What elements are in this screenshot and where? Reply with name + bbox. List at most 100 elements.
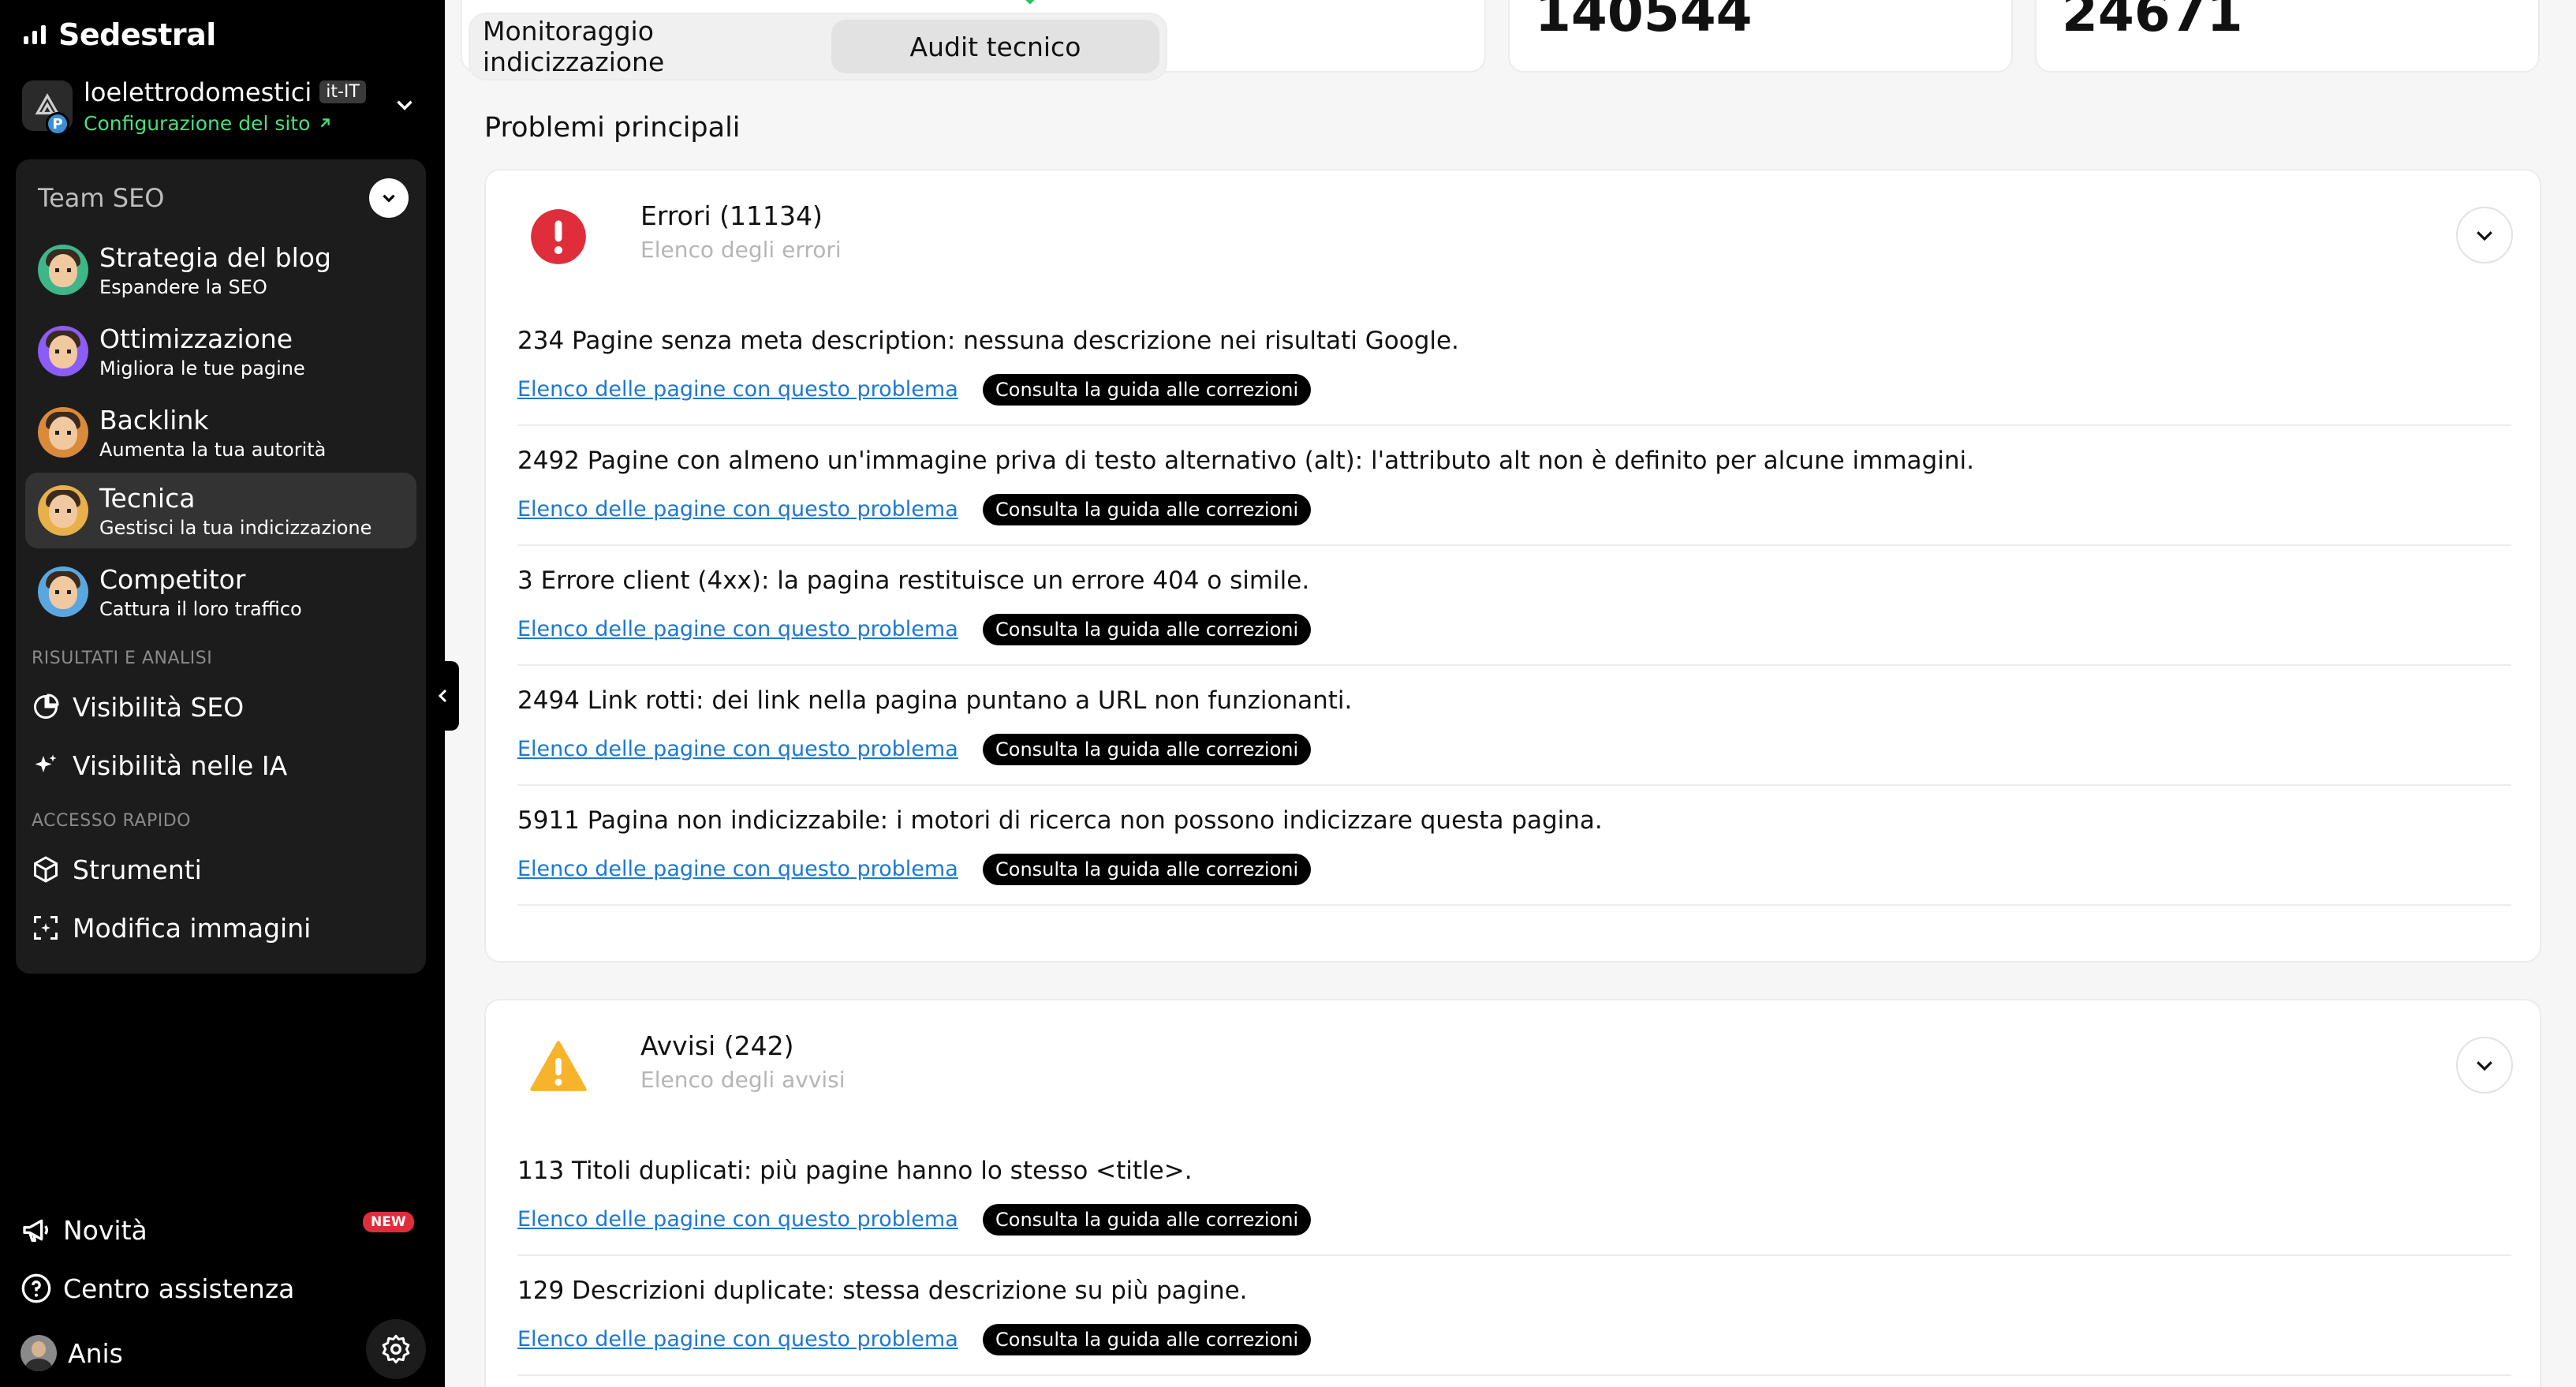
nav-tools[interactable]: Strumenti: [32, 849, 202, 890]
issue-guide-button[interactable]: Consulta la guida alle correzioni: [983, 614, 1312, 645]
check-icon: [1025, 0, 1035, 5]
issue-text: 2494 Link rotti: dei link nella pagina p…: [517, 686, 1353, 715]
issue-row: 113 Titoli duplicati: più pagine hanno l…: [517, 1136, 2511, 1256]
news-label: Novità: [63, 1214, 147, 1246]
page-heading: Problemi principali: [484, 112, 741, 144]
cube-icon: [34, 856, 58, 883]
agent-avatar: [38, 326, 88, 376]
user-name: Anis: [68, 1337, 123, 1369]
nav-ai-visibility[interactable]: Visibilità nelle IA: [32, 745, 287, 786]
agent-technical[interactable]: Tecnica Gestisci la tua indicizzazione: [25, 473, 416, 548]
issue-guide-button[interactable]: Consulta la guida alle correzioni: [983, 494, 1312, 525]
nav-seo-visibility[interactable]: Visibilità SEO: [32, 686, 244, 727]
issue-text: 3 Errore client (4xx): la pagina restitu…: [517, 566, 1310, 595]
agent-subtitle: Aumenta la tua autorità: [99, 438, 327, 461]
gear-icon: [382, 1334, 410, 1364]
nav-label: Visibilità SEO: [73, 691, 245, 723]
agent-competitor[interactable]: Competitor Cattura il loro traffico: [25, 554, 416, 630]
agent-avatar: [38, 407, 88, 458]
issue-pages-link[interactable]: Elenco delle pagine con questo problema: [517, 737, 958, 761]
issue-pages-link[interactable]: Elenco delle pagine con questo problema: [517, 497, 958, 522]
nav-label: Visibilità nelle IA: [73, 750, 288, 781]
team-header: Team SEO: [38, 178, 409, 218]
help-center-link[interactable]: Centro assistenza: [21, 1269, 294, 1308]
nav-label: Strumenti: [73, 854, 202, 885]
nav-image-editor[interactable]: Modifica immagini: [32, 907, 311, 948]
team-title: Team SEO: [38, 183, 165, 213]
help-circle-icon: [21, 1273, 51, 1303]
agent-avatar: [38, 245, 88, 295]
issue-pages-link[interactable]: Elenco delle pagine con questo problema: [517, 1207, 958, 1232]
agent-title: Competitor: [99, 563, 246, 595]
brand-name: Sedestral: [58, 17, 216, 52]
agent-avatar: [38, 485, 88, 536]
stat-card-indexed: 24671: [2035, 0, 2540, 73]
tab-indexing-monitor[interactable]: Monitoraggio indicizzazione: [476, 16, 831, 77]
brand-logo[interactable]: Sedestral: [24, 16, 216, 54]
issue-row: 129 Descrizioni duplicate: stessa descri…: [517, 1256, 2511, 1376]
chevron-down-icon[interactable]: [391, 92, 418, 118]
tab-technical-audit[interactable]: Audit tecnico: [831, 20, 1159, 73]
agent-subtitle: Espandere la SEO: [99, 275, 267, 298]
settings-button[interactable]: [366, 1319, 426, 1379]
agent-title: Backlink: [99, 404, 209, 436]
issue-row: 5911 Pagina non indicizzabile: i motori …: [517, 786, 2511, 906]
issue-pages-link[interactable]: Elenco delle pagine con questo problema: [517, 617, 958, 641]
agent-backlink[interactable]: Backlink Aumenta la tua autorità: [25, 394, 416, 470]
pie-chart-icon: [34, 694, 59, 719]
agent-title: Tecnica: [99, 482, 196, 514]
issue-guide-button[interactable]: Consulta la guida alle correzioni: [983, 1204, 1312, 1236]
issue-pages-link[interactable]: Elenco delle pagine con questo problema: [517, 1327, 958, 1351]
section-label-results: RISULTATI E ANALISI: [32, 649, 213, 668]
site-platform-badge: P: [46, 112, 69, 136]
issue-text: 129 Descrizioni duplicate: stessa descri…: [517, 1277, 1248, 1305]
section-label-quick-access: ACCESSO RAPIDO: [32, 811, 191, 831]
agent-subtitle: Cattura il loro traffico: [99, 597, 302, 620]
avatar: [21, 1335, 57, 1371]
stat-value: 140544: [1535, 0, 1753, 43]
errors-title: Errori (11134): [640, 200, 823, 231]
external-arrow-icon: [321, 118, 330, 128]
site-config-link[interactable]: Configurazione del sito: [84, 112, 366, 135]
user-profile[interactable]: Anis: [21, 1333, 123, 1373]
issue-pages-link[interactable]: Elenco delle pagine con questo problema: [517, 377, 958, 402]
issue-pages-link[interactable]: Elenco delle pagine con questo problema: [517, 857, 958, 881]
issue-text: 234 Pagine senza meta description: nessu…: [517, 327, 1459, 355]
news-link[interactable]: Novità: [21, 1210, 147, 1250]
warnings-card: Avvisi (242) Elenco degli avvisi 113 Tit…: [484, 999, 2541, 1387]
warnings-toggle-button[interactable]: [2456, 1037, 2513, 1094]
main-content: 140544 24671 Monitoraggio indicizzazione…: [445, 0, 2576, 1387]
chevron-down-icon: [2477, 1061, 2492, 1071]
sparkle-icon: [35, 754, 57, 772]
site-language-badge: it-IT: [319, 80, 366, 103]
errors-toggle-button[interactable]: [2456, 207, 2513, 264]
issue-guide-button[interactable]: Consulta la guida alle correzioni: [983, 734, 1312, 765]
view-tabs: Monitoraggio indicizzazione Audit tecnic…: [469, 13, 1167, 80]
new-badge: NEW: [363, 1212, 414, 1232]
warning-icon: [530, 1041, 587, 1091]
errors-subtitle: Elenco degli errori: [640, 237, 842, 263]
issue-guide-button[interactable]: Consulta la guida alle correzioni: [983, 374, 1312, 406]
site-name: loelettrodomestici: [84, 77, 312, 107]
agent-subtitle: Migliora le tue pagine: [99, 357, 305, 379]
issue-guide-button[interactable]: Consulta la guida alle correzioni: [983, 854, 1312, 885]
team-toggle-button[interactable]: [369, 178, 409, 218]
agent-optimization[interactable]: Ottimizzazione Migliora le tue pagine: [25, 313, 416, 389]
warnings-title: Avvisi (242): [640, 1030, 794, 1061]
issue-row: 234 Pagine senza meta description: nessu…: [517, 306, 2511, 426]
stat-value: 24671: [2062, 0, 2243, 43]
issue-row: 2492 Pagine con almeno un'immagine priva…: [517, 426, 2511, 546]
errors-card: Errori (11134) Elenco degli errori 234 P…: [484, 169, 2541, 963]
agent-blog-strategy[interactable]: Strategia del blog Espandere la SEO: [25, 232, 416, 308]
help-center-label: Centro assistenza: [63, 1273, 295, 1304]
issue-text: 113 Titoli duplicati: più pagine hanno l…: [517, 1157, 1193, 1185]
team-panel: Team SEO Strategia del blog Espandere la…: [16, 159, 426, 974]
chevron-down-icon: [2477, 231, 2492, 241]
megaphone-icon: [23, 1219, 48, 1242]
issue-row: 2494 Link rotti: dei link nella pagina p…: [517, 666, 2511, 786]
error-icon: [531, 209, 586, 264]
site-config-label: Configurazione del sito: [84, 111, 311, 135]
site-selector[interactable]: P loelettrodomestici it-IT Configurazion…: [22, 74, 424, 137]
issue-guide-button[interactable]: Consulta la guida alle correzioni: [983, 1324, 1312, 1355]
logo-icon: [24, 25, 46, 44]
